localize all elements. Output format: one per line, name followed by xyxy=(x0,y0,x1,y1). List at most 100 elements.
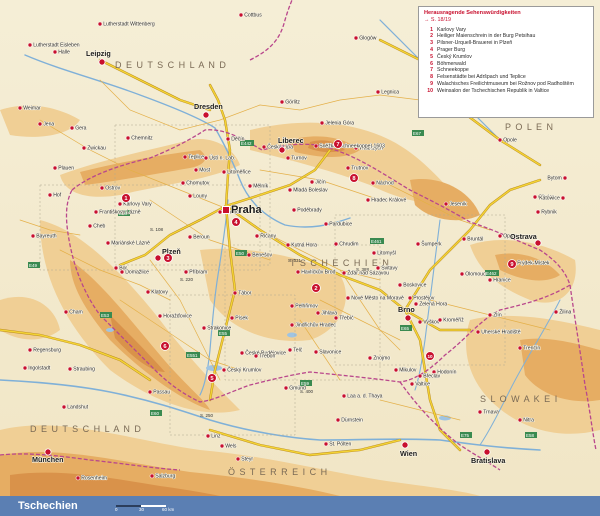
city-marker[interactable] xyxy=(517,417,523,423)
city-marker[interactable] xyxy=(437,317,443,323)
city-marker[interactable] xyxy=(459,271,465,277)
city-marker[interactable] xyxy=(443,201,449,207)
city-marker[interactable] xyxy=(113,265,119,271)
city-marker[interactable] xyxy=(289,322,295,328)
city-marker[interactable] xyxy=(535,209,541,215)
city-marker[interactable] xyxy=(397,282,403,288)
city-marker[interactable] xyxy=(345,295,351,301)
city-marker[interactable] xyxy=(93,209,99,215)
city-marker[interactable] xyxy=(67,366,73,372)
city-marker[interactable] xyxy=(532,194,538,200)
city-marker[interactable] xyxy=(333,315,339,321)
city-marker[interactable] xyxy=(285,242,291,248)
city-marker[interactable] xyxy=(69,125,75,131)
city-marker[interactable] xyxy=(287,347,293,353)
city-marker[interactable] xyxy=(333,241,339,247)
city-marker[interactable] xyxy=(225,136,231,142)
city-marker[interactable] xyxy=(63,309,69,315)
city-marker[interactable] xyxy=(149,473,155,479)
city-marker[interactable] xyxy=(371,250,377,256)
city-marker[interactable] xyxy=(157,313,163,319)
city-marker[interactable] xyxy=(289,303,295,309)
city-marker[interactable] xyxy=(285,155,291,161)
city-marker[interactable] xyxy=(81,145,87,151)
city-marker[interactable] xyxy=(323,441,329,447)
city-marker[interactable] xyxy=(254,233,260,239)
city-marker[interactable] xyxy=(187,193,193,199)
city-marker[interactable] xyxy=(562,175,568,181)
city-marker[interactable] xyxy=(375,89,381,95)
city-marker[interactable] xyxy=(353,35,359,41)
city-marker[interactable] xyxy=(37,121,43,127)
city-marker[interactable] xyxy=(183,269,189,275)
city-marker[interactable] xyxy=(27,42,33,48)
city-marker[interactable] xyxy=(27,347,33,353)
city-marker[interactable] xyxy=(517,345,523,351)
city-marker[interactable] xyxy=(99,185,105,191)
city-marker[interactable] xyxy=(219,443,225,449)
major-city-marker[interactable] xyxy=(202,111,210,119)
city-marker[interactable] xyxy=(238,12,244,18)
city-marker[interactable] xyxy=(105,240,111,246)
city-marker[interactable] xyxy=(47,192,53,198)
city-marker[interactable] xyxy=(117,201,123,207)
city-marker[interactable] xyxy=(125,135,131,141)
city-marker[interactable] xyxy=(75,475,81,481)
city-marker[interactable] xyxy=(201,325,207,331)
city-marker[interactable] xyxy=(22,365,28,371)
city-marker[interactable] xyxy=(193,167,199,173)
city-marker[interactable] xyxy=(30,233,36,239)
city-marker[interactable] xyxy=(52,165,58,171)
city-marker[interactable] xyxy=(367,355,373,361)
city-marker[interactable] xyxy=(409,381,415,387)
city-marker[interactable] xyxy=(17,105,23,111)
city-marker[interactable] xyxy=(417,319,423,325)
city-marker[interactable] xyxy=(203,155,209,161)
city-marker[interactable] xyxy=(97,21,103,27)
city-marker[interactable] xyxy=(253,353,259,359)
city-marker[interactable] xyxy=(487,277,493,283)
city-marker[interactable] xyxy=(283,385,289,391)
city-marker[interactable] xyxy=(315,310,321,316)
city-marker[interactable] xyxy=(560,195,566,201)
major-city-marker[interactable] xyxy=(98,58,106,66)
city-marker[interactable] xyxy=(393,367,399,373)
city-marker[interactable] xyxy=(319,120,325,126)
city-marker[interactable] xyxy=(182,154,188,160)
city-marker[interactable] xyxy=(487,312,493,318)
major-city-marker[interactable] xyxy=(154,254,162,262)
city-marker[interactable] xyxy=(313,143,319,149)
city-marker[interactable] xyxy=(187,234,193,240)
city-marker[interactable] xyxy=(180,180,186,186)
city-marker[interactable] xyxy=(217,209,223,215)
city-marker[interactable] xyxy=(235,456,241,462)
city-marker[interactable] xyxy=(247,183,253,189)
city-marker[interactable] xyxy=(279,99,285,105)
city-marker[interactable] xyxy=(475,329,481,335)
city-marker[interactable] xyxy=(205,433,211,439)
city-marker[interactable] xyxy=(287,187,293,193)
city-marker[interactable] xyxy=(261,144,267,150)
city-marker[interactable] xyxy=(145,289,151,295)
city-marker[interactable] xyxy=(313,349,319,355)
city-marker[interactable] xyxy=(477,409,483,415)
city-marker[interactable] xyxy=(407,295,413,301)
city-marker[interactable] xyxy=(553,309,559,315)
city-marker[interactable] xyxy=(291,207,297,213)
city-marker[interactable] xyxy=(221,367,227,373)
city-marker[interactable] xyxy=(232,290,238,296)
city-marker[interactable] xyxy=(221,169,227,175)
city-marker[interactable] xyxy=(61,404,67,410)
city-marker[interactable] xyxy=(461,236,467,242)
city-marker[interactable] xyxy=(52,49,58,55)
city-marker[interactable] xyxy=(345,165,351,171)
city-marker[interactable] xyxy=(365,197,371,203)
capital-marker[interactable] xyxy=(222,206,230,214)
major-city-marker[interactable] xyxy=(278,146,286,154)
major-city-marker[interactable] xyxy=(404,314,412,322)
city-marker[interactable] xyxy=(417,373,423,379)
city-marker[interactable] xyxy=(147,389,153,395)
city-marker[interactable] xyxy=(335,417,341,423)
city-marker[interactable] xyxy=(309,179,315,185)
city-marker[interactable] xyxy=(497,233,503,239)
